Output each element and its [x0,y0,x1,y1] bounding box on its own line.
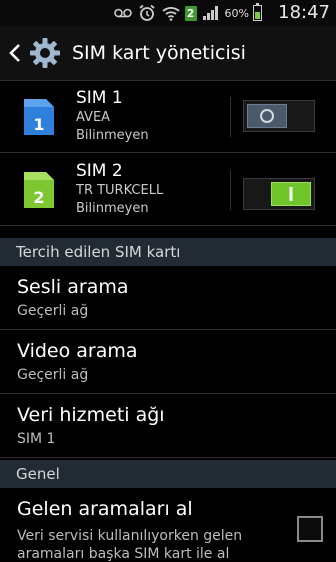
sim-slot-number: 1 [33,115,44,134]
sim-status: Bilinmeyen [76,128,149,143]
setting-voice-call[interactable]: Sesli arama Geçerli ağ [0,266,336,330]
page-title: SIM kart yöneticisi [72,42,246,64]
setting-title: Sesli arama [17,276,129,298]
battery-fill [255,12,260,19]
setting-value: Geçerli ağ [17,303,89,319]
status-icons: 2 60% [113,3,262,22]
battery-icon [253,3,262,21]
toggle-knob-on [271,182,311,206]
wifi-icon [161,4,181,22]
setting-value: Geçerli ağ [17,367,89,383]
chevron-left-icon [9,44,20,62]
status-bar: 2 60% 18:47 [0,0,336,26]
sim-card-icon: 2 [24,172,54,208]
sim-info: SIM 2 TR TURKCELL Bilinmeyen [76,160,163,218]
section-header-general: Genel [0,460,336,488]
sim-carrier: TR TURKCELL [76,183,164,198]
incoming-calls-checkbox[interactable] [297,516,323,542]
sim-name: SIM 2 [76,161,123,181]
sim-slot-badge: 2 [184,5,197,21]
sim-name: SIM 1 [76,88,123,108]
voicemail-icon [113,4,133,22]
setting-title: Veri hizmeti ağı [17,404,165,426]
setting-data-network[interactable]: Veri hizmeti ağı SIM 1 [0,394,336,458]
battery-percent: 60% [224,6,249,20]
action-bar: SIM kart yöneticisi [0,26,336,81]
sim-2-toggle[interactable] [243,178,315,210]
sim-card-icon: 1 [24,99,54,135]
gear-icon [28,36,62,70]
back-button[interactable] [4,26,26,80]
setting-title: Gelen aramaları al [17,498,193,520]
sim-info: SIM 1 AVEA Bilinmeyen [76,87,149,145]
sim-slot-number: 2 [33,188,44,207]
sim-1-toggle[interactable] [243,100,315,132]
divider [230,170,231,210]
sim-carrier: AVEA [76,110,111,125]
divider [230,97,231,137]
setting-incoming-calls[interactable]: Gelen aramaları al Veri servisi kullanıl… [0,488,336,562]
setting-description-line-1: Veri servisi kullanılıyorken gelen [17,528,243,544]
sim-status: Bilinmeyen [76,201,149,216]
section-header-preferred: Tercih edilen SIM kartı [0,238,336,266]
status-time: 18:47 [278,2,330,23]
alarm-icon [137,4,157,22]
setting-title: Video arama [17,340,138,362]
sim-row-2[interactable]: 2 SIM 2 TR TURKCELL Bilinmeyen [0,154,336,226]
setting-video-call[interactable]: Video arama Geçerli ağ [0,330,336,394]
signal-icon [201,4,221,22]
setting-value: SIM 1 [17,431,56,447]
toggle-knob-off [247,104,287,128]
sim-row-1[interactable]: 1 SIM 1 AVEA Bilinmeyen [0,81,336,153]
